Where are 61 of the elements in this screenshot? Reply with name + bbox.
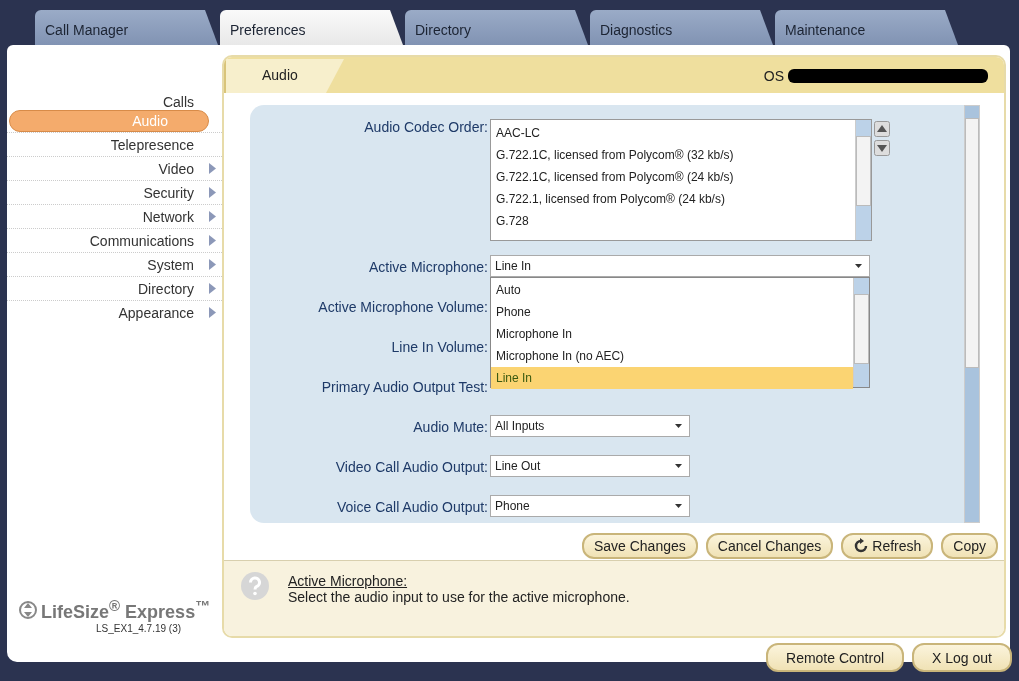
nav-tab[interactable]: Call Manager — [35, 10, 218, 45]
sidebar-item[interactable]: System — [147, 256, 209, 273]
action-button[interactable]: Refresh — [841, 533, 934, 559]
nav-tab[interactable]: Diagnostics — [590, 10, 773, 45]
list-option[interactable]: G.722.1C, licensed from Polycom® (24 kb/s) — [491, 166, 855, 188]
dropdown[interactable]: Phone — [490, 495, 690, 517]
footer-button[interactable]: X Log out — [912, 643, 1012, 672]
list-option[interactable]: G.722.1C, licensed from Polycom® (32 kb/s) — [491, 144, 855, 166]
help-text: Select the audio input to use for the active microphone. — [288, 589, 630, 605]
page-scrollbar[interactable] — [964, 105, 980, 523]
action-button[interactable]: Save Changes — [581, 533, 698, 559]
caret-icon — [675, 504, 682, 508]
version-text: LS_EX1_4.7.19 (3) — [95, 623, 183, 634]
nav-tab[interactable]: Preferences — [220, 10, 403, 45]
dropdown[interactable]: Line In — [490, 255, 870, 277]
logo-icon — [19, 601, 37, 619]
help-title: Active Microphone: — [288, 573, 409, 589]
nav-tab[interactable]: Directory — [405, 10, 588, 45]
list-option[interactable]: G.728 — [491, 210, 855, 232]
scrollbar[interactable] — [853, 278, 869, 387]
list-option[interactable]: AAC-LC — [491, 122, 855, 144]
footer-button[interactable]: Remote Control — [766, 643, 905, 672]
dropdown-option[interactable]: Microphone In (no AEC) — [491, 345, 853, 367]
sidebar-item[interactable]: Telepresence — [110, 136, 209, 153]
sidebar-item[interactable]: Communications — [89, 232, 209, 249]
field-label: Audio Mute: — [412, 419, 488, 435]
dropdown[interactable]: Line Out — [490, 455, 690, 477]
move-up-button[interactable] — [874, 121, 890, 137]
field-label: Active Microphone Volume: — [317, 299, 488, 315]
help-icon — [240, 571, 270, 601]
section-tab[interactable]: Audio — [224, 59, 344, 93]
dropdown-option[interactable]: Line In — [491, 367, 853, 389]
nav-tab[interactable]: Maintenance — [775, 10, 958, 45]
dropdown[interactable]: All Inputs — [490, 415, 690, 437]
refresh-icon — [853, 538, 870, 554]
os-label: OS — [763, 68, 784, 84]
sidebar-item[interactable]: Calls — [162, 94, 209, 110]
caret-icon — [675, 424, 682, 428]
sidebar-item[interactable]: Video — [158, 160, 209, 177]
list-option[interactable]: G.722.1, licensed from Polycom® (24 kb/s) — [491, 188, 855, 210]
field-label: Video Call Audio Output: — [334, 459, 488, 475]
move-down-button[interactable] — [874, 140, 890, 156]
dropdown-option[interactable]: Auto — [491, 279, 853, 301]
action-button[interactable]: Copy — [941, 533, 998, 559]
sidebar-item[interactable]: Directory — [138, 280, 209, 297]
sidebar-item[interactable]: Network — [142, 208, 209, 225]
field-label: Active Microphone: — [367, 259, 488, 275]
caret-icon — [855, 264, 862, 268]
sidebar-item[interactable]: Appearance — [118, 304, 209, 321]
field-label: Primary Audio Output Test: — [320, 379, 488, 395]
action-button[interactable]: Cancel Changes — [705, 533, 834, 559]
field-label: Audio Codec Order: — [363, 119, 488, 135]
dropdown-option[interactable]: Phone — [491, 301, 853, 323]
field-label: Line In Volume: — [390, 339, 488, 355]
dropdown-option[interactable]: Microphone In — [491, 323, 853, 345]
sidebar-item[interactable]: Security — [143, 184, 209, 201]
field-label: Voice Call Audio Output: — [336, 499, 488, 515]
product-logo: LifeSize$^{®}$ Express$^{™}$ — [41, 597, 211, 623]
codec-list[interactable]: AAC-LC G.722.1C, licensed from Polycom® (32 kb/s) G.722.1C, licensed from Polycom® (24 kb/s) G.722.1, licensed from Polycom® (24 kb/s) G.728 — [490, 119, 872, 241]
scrollbar[interactable] — [855, 120, 871, 240]
caret-icon — [675, 464, 682, 468]
